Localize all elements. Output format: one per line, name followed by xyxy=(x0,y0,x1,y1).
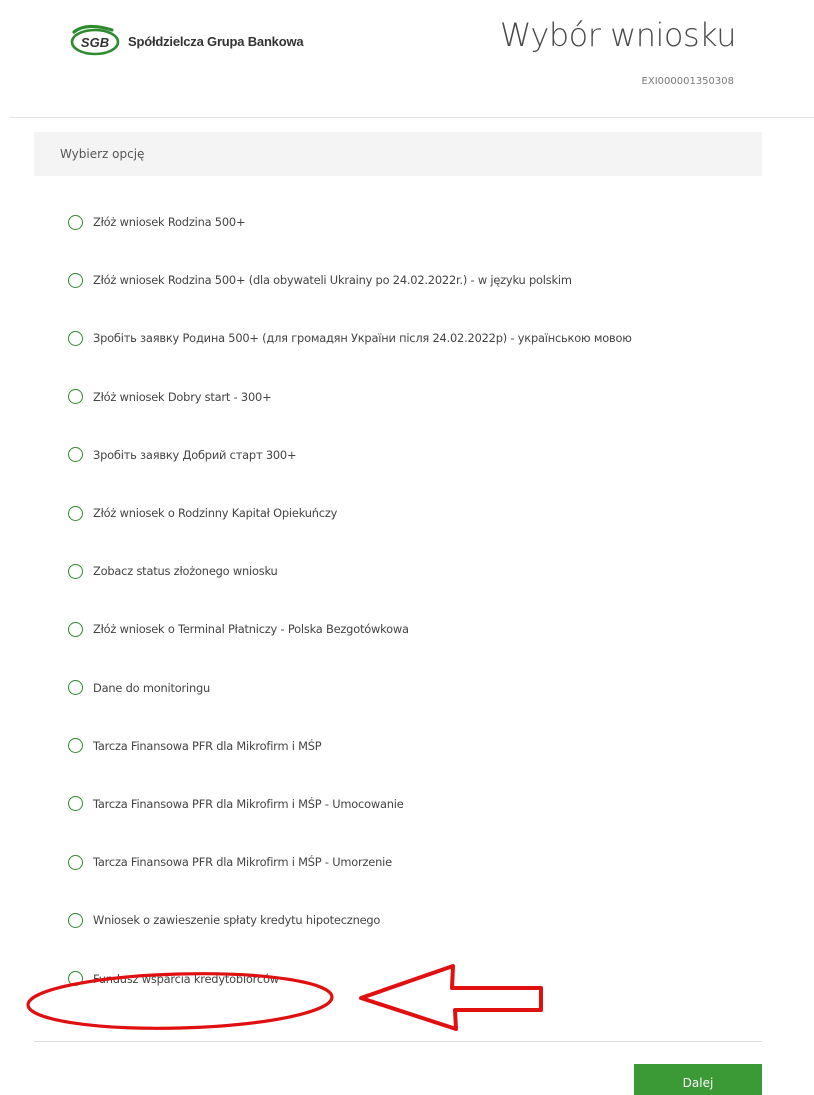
next-button[interactable]: Dalej xyxy=(634,1064,762,1095)
option-kapital-opiekunczy[interactable]: Złóż wniosek o Rodzinny Kapitał Opiekuńc… xyxy=(34,484,762,542)
option-label: Зробіть заявку Добрий старт 300+ xyxy=(93,447,297,462)
radio-icon[interactable] xyxy=(68,389,83,405)
option-label: Złóż wniosek Rodzina 500+ xyxy=(93,215,246,230)
radio-icon[interactable] xyxy=(68,272,83,288)
option-label: Zobacz status złożonego wniosku xyxy=(93,564,278,579)
option-tarcza-pfr-umorzenie[interactable]: Tarcza Finansowa PFR dla Mikrofirm i MŚP… xyxy=(34,833,762,891)
option-tarcza-pfr-umocowanie[interactable]: Tarcza Finansowa PFR dla Mikrofirm i MŚP… xyxy=(34,775,762,833)
option-label: Dane do monitoringu xyxy=(93,680,211,695)
logo-text: SGB xyxy=(81,35,109,50)
panel-divider xyxy=(34,1041,762,1042)
sgb-logo-icon: SGB xyxy=(70,24,120,56)
sgb-logo: SGB Spółdzielcza Grupa Bankowa xyxy=(68,24,304,58)
option-tarcza-pfr[interactable]: Tarcza Finansowa PFR dla Mikrofirm i MŚP xyxy=(34,717,762,775)
option-list: Złóż wniosek Rodzina 500+ Złóż wniosek R… xyxy=(34,193,762,1008)
radio-icon[interactable] xyxy=(68,854,83,870)
option-label: Złóż wniosek Dobry start - 300+ xyxy=(93,389,272,404)
option-fundusz-wsparcia[interactable]: Fundusz wsparcia kredytobiorców xyxy=(34,949,762,1007)
option-dane-monitoringu[interactable]: Dane do monitoringu xyxy=(34,659,762,717)
radio-icon[interactable] xyxy=(68,796,83,812)
panel-heading: Wybierz opcję xyxy=(34,132,762,176)
option-status-wniosku[interactable]: Zobacz status złożonego wniosku xyxy=(34,542,762,600)
page-header: SGB Spółdzielcza Grupa Bankowa Wybór wni… xyxy=(10,0,814,118)
option-dobry-start[interactable]: Złóż wniosek Dobry start - 300+ xyxy=(34,368,762,426)
option-label: Fundusz wsparcia kredytobiorców xyxy=(93,971,279,986)
radio-icon[interactable] xyxy=(68,680,83,696)
option-label: Złóż wniosek Rodzina 500+ (dla obywateli… xyxy=(93,273,572,288)
radio-icon[interactable] xyxy=(68,214,83,230)
radio-icon[interactable] xyxy=(68,912,83,928)
brand-name: Spółdzielcza Grupa Bankowa xyxy=(128,33,304,49)
option-label: Зробіть заявку Родина 500+ (для громадян… xyxy=(93,331,632,346)
option-label: Złóż wniosek o Terminal Płatniczy - Pols… xyxy=(93,622,409,637)
radio-icon[interactable] xyxy=(68,447,83,463)
option-label: Złóż wniosek o Rodzinny Kapitał Opiekuńc… xyxy=(93,506,338,521)
option-label: Tarcza Finansowa PFR dla Mikrofirm i MŚP… xyxy=(93,855,392,870)
option-rodzina-500-ukraina-pl[interactable]: Złóż wniosek Rodzina 500+ (dla obywateli… xyxy=(34,251,762,309)
request-id: EXI000001350308 xyxy=(641,76,734,87)
option-label: Wniosek o zawieszenie spłaty kredytu hip… xyxy=(93,913,381,928)
option-terminal-platniczy[interactable]: Złóż wniosek o Terminal Płatniczy - Pols… xyxy=(34,600,762,658)
radio-icon[interactable] xyxy=(68,563,83,579)
radio-icon[interactable] xyxy=(68,621,83,637)
option-label: Tarcza Finansowa PFR dla Mikrofirm i MŚP xyxy=(93,738,322,753)
option-rodzina-500[interactable]: Złóż wniosek Rodzina 500+ xyxy=(34,193,762,251)
option-rodzina-500-ukraina-ua[interactable]: Зробіть заявку Родина 500+ (для громадян… xyxy=(34,309,762,367)
page-title: Wybór wniosku xyxy=(499,16,737,54)
radio-icon[interactable] xyxy=(68,505,83,521)
radio-icon[interactable] xyxy=(68,738,83,754)
options-panel: Wybierz opcję Złóż wniosek Rodzina 500+ … xyxy=(34,132,762,1008)
option-dobry-start-ua[interactable]: Зробіть заявку Добрий старт 300+ xyxy=(34,426,762,484)
option-zawieszenie-splaty[interactable]: Wniosek o zawieszenie spłaty kredytu hip… xyxy=(34,891,762,949)
radio-icon[interactable] xyxy=(68,971,83,987)
radio-icon[interactable] xyxy=(68,330,83,346)
option-label: Tarcza Finansowa PFR dla Mikrofirm i MŚP… xyxy=(93,796,404,811)
